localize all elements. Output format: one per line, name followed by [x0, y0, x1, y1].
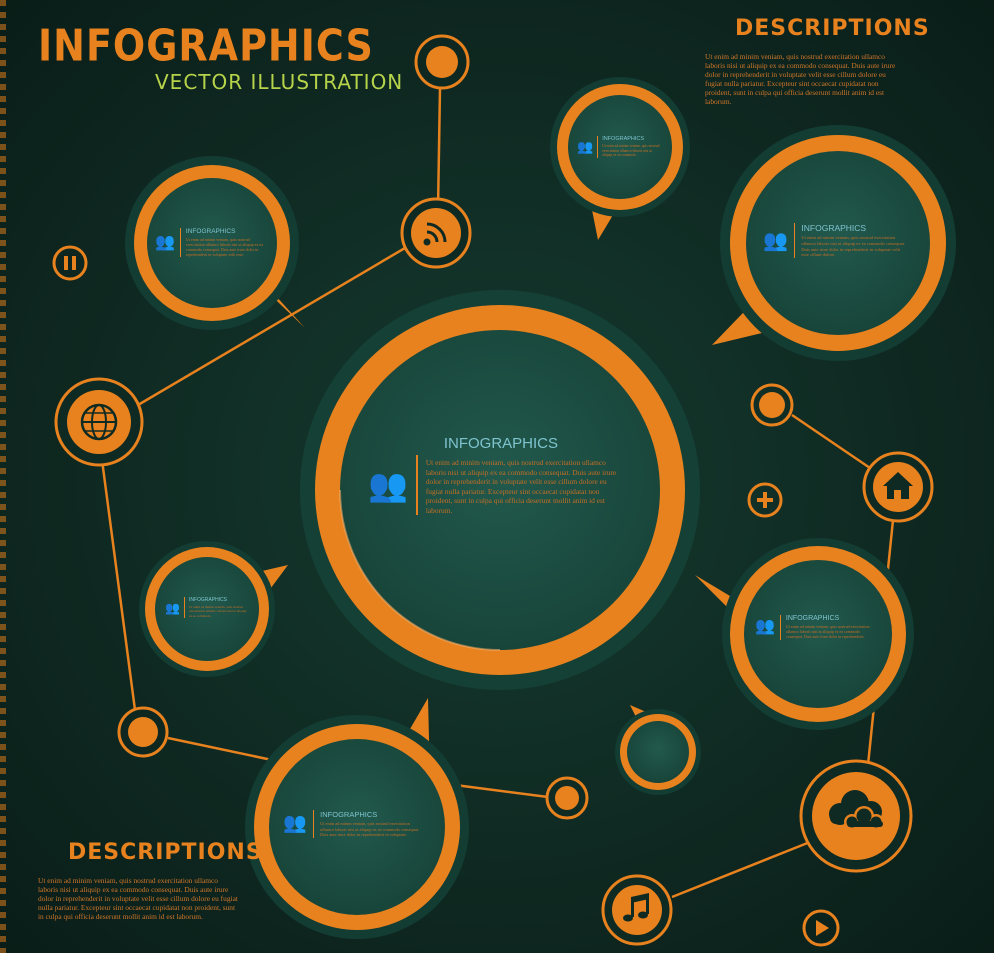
play-icon	[802, 909, 840, 947]
divider	[597, 136, 599, 158]
top-mid-bubble-content: 👥 INFOGRAPHICS Ut enim ad minim veniam, …	[577, 136, 669, 158]
center-bubble-title: INFOGRAPHICS	[443, 435, 559, 452]
people-icon: 👥	[283, 813, 307, 835]
divider	[415, 455, 418, 515]
mid-right-bubble-body: Ut enim ad minim veniam, quis nostrud ex…	[785, 624, 870, 640]
divider	[312, 810, 315, 838]
mid-left-bubble-title: INFOGRAPHICS	[188, 597, 228, 603]
pause-icon	[52, 245, 88, 281]
people-icon: 👥	[155, 233, 175, 251]
mid-left-bubble-body: Ut enim ad minim veniam, quis nostrud ex…	[188, 605, 247, 618]
left-bottom-node	[117, 706, 169, 758]
main-title: INFOGRAPHICS	[38, 20, 374, 71]
top-left-bubble-title: INFOGRAPHICS	[185, 228, 236, 235]
top-mid-bubble-title: INFOGRAPHICS	[602, 136, 645, 142]
music-icon	[601, 874, 673, 946]
bottom-center-bubble-content: 👥 INFOGRAPHICS Ut enim ad minim veniam, …	[283, 810, 433, 838]
bottom-node	[545, 776, 589, 820]
divider	[793, 223, 796, 259]
globe-icon	[54, 377, 144, 467]
right-node	[750, 383, 794, 427]
top-right-bubble-title: INFOGRAPHICS	[801, 223, 867, 233]
mid-left-bubble-content: 👥 INFOGRAPHICS Ut enim ad minim veniam, …	[165, 597, 255, 619]
people-icon: 👥	[368, 467, 408, 503]
mid-right-bubble-content: 👥 INFOGRAPHICS Ut enim ad minim veniam, …	[755, 615, 880, 640]
top-left-bubble-content: 👥 INFOGRAPHICS Ut enim ad minim veniam, …	[155, 228, 275, 257]
people-icon: 👥	[577, 139, 594, 155]
main-subtitle: VECTOR ILLUSTRATION	[155, 70, 404, 94]
divider	[179, 228, 181, 257]
center-bubble-content: 👥 INFOGRAPHICS Ut enim ad minim veniam, …	[368, 435, 638, 515]
people-icon: 👥	[763, 229, 788, 252]
bottom-description-title: DESCRIPTIONS	[68, 840, 263, 865]
top-description-title: DESCRIPTIONS	[735, 16, 930, 41]
top-node	[414, 34, 470, 90]
bubble-small	[615, 705, 701, 795]
people-icon: 👥	[165, 600, 180, 615]
center-bubble-body: Ut enim ad minim veniam, quis nostrud ex…	[425, 458, 617, 515]
divider	[779, 615, 781, 640]
top-right-bubble-body: Ut enim ad minim veniam, quis nostrud ex…	[801, 235, 906, 258]
plus-icon	[747, 482, 783, 518]
top-left-bubble-body: Ut enim ad minim veniam, quis nostrud ex…	[185, 237, 263, 257]
top-mid-bubble-body: Ut enim ad minim veniam, quis nostrud ex…	[602, 144, 660, 157]
people-icon: 👥	[755, 618, 775, 636]
bottom-center-bubble-title: INFOGRAPHICS	[320, 810, 378, 819]
bottom-center-bubble-body: Ut enim ad minim veniam, quis nostrud ex…	[320, 821, 420, 837]
mid-right-bubble-title: INFOGRAPHICS	[785, 615, 840, 622]
top-right-bubble-content: 👥 INFOGRAPHICS Ut enim ad minim veniam, …	[763, 223, 918, 259]
top-description-body: Ut enim ad minim veniam, quis nostrud ex…	[705, 52, 896, 106]
cloud-icon	[799, 759, 913, 873]
divider	[183, 597, 185, 619]
bottom-description-body: Ut enim ad minim veniam, quis nostrud ex…	[38, 876, 238, 921]
bubble-top-mid	[550, 77, 690, 240]
wifi-icon	[400, 197, 472, 269]
home-icon	[862, 451, 934, 523]
